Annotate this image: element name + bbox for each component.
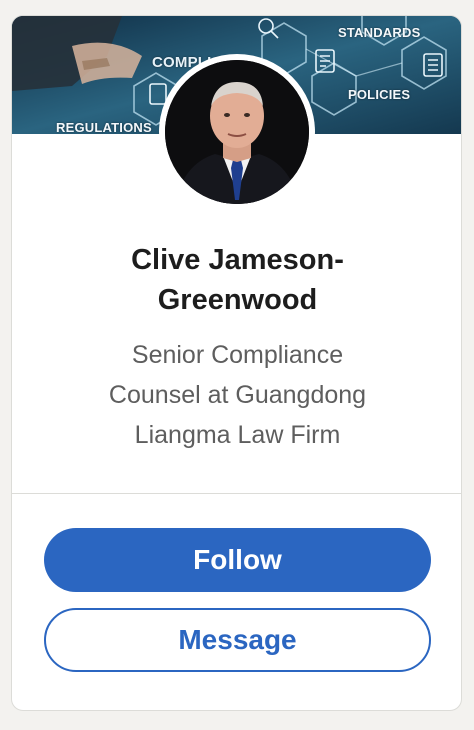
- profile-headline-line-1: Senior Compliance: [131, 341, 344, 369]
- message-button-label: Message: [178, 624, 297, 655]
- message-button[interactable]: Message: [44, 608, 431, 672]
- profile-headline: Senior Compliance Counsel at Guangdong L…: [32, 335, 443, 455]
- profile-name[interactable]: Clive Jameson- Greenwood: [32, 240, 443, 320]
- banner-word-standards: STANDARDS: [338, 25, 421, 40]
- card-divider: [12, 493, 461, 494]
- profile-name-line-2: Greenwood: [157, 284, 318, 316]
- banner-word-policies: POLICIES: [348, 87, 411, 102]
- banner-word-regulations: REGULATIONS: [56, 120, 152, 134]
- avatar-frame[interactable]: [159, 54, 315, 210]
- profile-headline-line-2: Counsel at Guangdong: [108, 381, 367, 409]
- follow-button-label: Follow: [193, 544, 282, 575]
- profile-card: STANDARDS POLICIES REGULATIONS COMPLIANC…: [11, 15, 462, 711]
- profile-photo-icon: [165, 60, 309, 204]
- avatar[interactable]: [165, 60, 309, 204]
- follow-button[interactable]: Follow: [44, 528, 431, 592]
- profile-name-line-1: Clive Jameson-: [131, 244, 344, 276]
- profile-headline-line-3: Liangma Law Firm: [134, 421, 341, 449]
